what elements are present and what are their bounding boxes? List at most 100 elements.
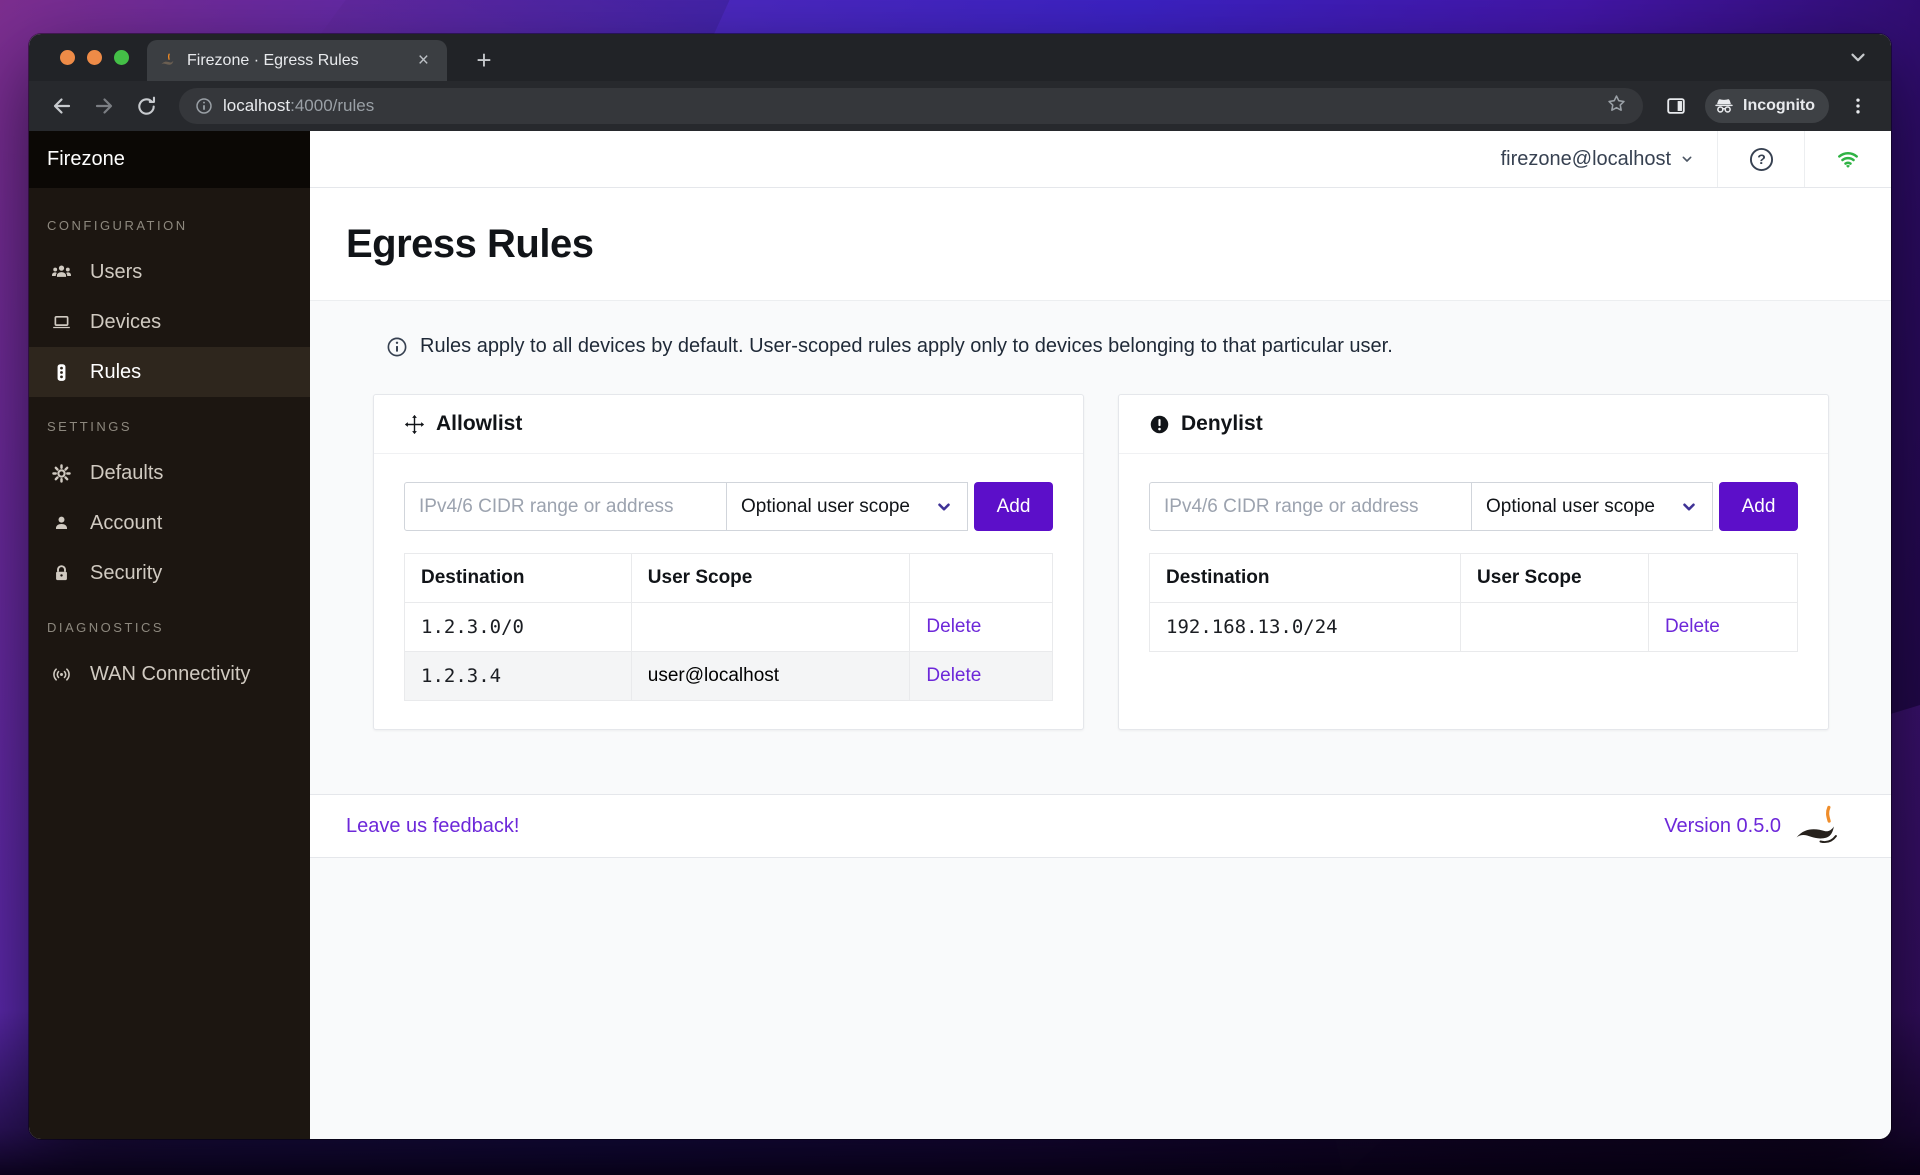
sidebar-item-label: Account [90,512,162,535]
sidebar-item-defaults[interactable]: Defaults [29,448,310,498]
column-header-user-scope: User Scope [1461,554,1649,603]
sidebar-item-users[interactable]: Users [29,247,310,297]
allowlist-title: Allowlist [436,412,522,436]
info-icon [386,336,408,358]
allowlist-add-button[interactable]: Add [974,482,1053,531]
sidebar-section-settings: SETTINGS [47,419,310,434]
sidebar-section-diagnostics: DIAGNOSTICS [47,620,310,635]
destination-cell: 192.168.13.0/24 [1150,603,1461,652]
window-controls [60,50,129,65]
browser-menu-icon[interactable] [1839,87,1877,125]
user-scope-value: Optional user scope [741,496,910,518]
denylist-cidr-input[interactable] [1149,482,1472,531]
address-bar[interactable]: localhost:4000/rules [179,88,1643,124]
browser-toolbar: localhost:4000/rules Incognito [29,81,1891,131]
wifi-icon [1834,145,1862,173]
denylist-user-scope-select[interactable]: Optional user scope [1472,482,1713,531]
sidebar-item-label: Devices [90,311,161,334]
bookmark-star-icon[interactable] [1606,93,1627,119]
signal-icon [51,664,72,685]
rule-cards: Allowlist Optional user scope Add [310,394,1891,730]
laptop-icon [51,312,72,333]
firezone-favicon-icon [159,52,177,70]
account-email: firezone@localhost [1501,148,1671,171]
user-scope-cell [1461,603,1649,652]
lock-icon [51,563,72,584]
site-info-icon[interactable] [195,97,213,115]
tab-strip: Firezone · Egress Rules × + [29,34,1891,81]
allowlist-header: Allowlist [374,395,1083,454]
sidebar-item-wan-connectivity[interactable]: WAN Connectivity [29,649,310,699]
sidebar: Firezone CONFIGURATION Users [29,131,310,1139]
denylist-header: Denylist [1119,395,1828,454]
sidebar-item-label: Users [90,261,142,284]
app-header: firezone@localhost ? [310,131,1891,188]
arrows-move-icon [404,414,425,435]
users-icon [51,262,72,283]
sidebar-item-label: Security [90,562,162,585]
traffic-light-icon [51,362,72,383]
url-text: localhost:4000/rules [223,96,374,116]
back-button[interactable] [43,87,81,125]
reload-button[interactable] [127,87,165,125]
window-zoom-button[interactable] [114,50,129,65]
allowlist-table: Destination User Scope 1.2.3.0/0 [404,553,1053,701]
browser-window: Firezone · Egress Rules × + localhost:40… [29,34,1891,1139]
firezone-logo [1793,803,1855,849]
column-header-destination: Destination [405,554,632,603]
denylist-add-button[interactable]: Add [1719,482,1798,531]
new-tab-button[interactable]: + [467,43,501,77]
version-link[interactable]: Version 0.5.0 [1664,815,1781,838]
denylist-title: Denylist [1181,412,1263,436]
sidebar-item-account[interactable]: Account [29,498,310,548]
user-scope-cell: user@localhost [631,652,910,701]
window-minimize-button[interactable] [87,50,102,65]
brand-logo[interactable]: Firezone [29,131,310,188]
sidebar-nav: CONFIGURATION Users [29,188,310,699]
allowlist-user-scope-select[interactable]: Optional user scope [727,482,968,531]
denylist-form: Optional user scope Add [1149,482,1798,531]
account-menu[interactable]: firezone@localhost [1479,131,1717,187]
denylist-table: Destination User Scope 192.168.13.0/24 [1149,553,1798,652]
column-header-actions [1648,554,1797,603]
incognito-label: Incognito [1743,97,1815,115]
allowlist-cidr-input[interactable] [404,482,727,531]
sidebar-section-configuration: CONFIGURATION [47,218,310,233]
side-panel-icon[interactable] [1657,87,1695,125]
gear-icon [51,463,72,484]
page-title: Egress Rules [346,222,593,267]
tab-title: Firezone · Egress Rules [187,52,402,70]
sidebar-item-rules[interactable]: Rules [29,347,310,397]
chevron-down-icon [1679,151,1695,167]
incognito-icon [1713,95,1735,117]
sidebar-item-label: Defaults [90,462,163,485]
sidebar-item-devices[interactable]: Devices [29,297,310,347]
column-header-user-scope: User Scope [631,554,910,603]
table-row: 1.2.3.0/0 Delete [405,603,1053,652]
person-icon [51,513,72,534]
delete-link[interactable]: Delete [926,616,981,637]
window-close-button[interactable] [60,50,75,65]
sidebar-item-label: Rules [90,361,141,384]
chevron-down-icon [1680,498,1698,516]
destination-cell: 1.2.3.0/0 [405,603,632,652]
tab-search-chevron-icon[interactable] [1847,46,1869,73]
circle-exclamation-icon [1149,414,1170,435]
browser-tab[interactable]: Firezone · Egress Rules × [147,40,447,81]
table-row: 192.168.13.0/24 Delete [1150,603,1798,652]
incognito-badge: Incognito [1705,89,1829,123]
delete-link[interactable]: Delete [1665,616,1720,637]
feedback-link[interactable]: Leave us feedback! [346,815,519,837]
sidebar-item-label: WAN Connectivity [90,663,250,686]
table-row: 1.2.3.4 user@localhost Delete [405,652,1053,701]
svg-text:?: ? [1757,151,1766,167]
info-text: Rules apply to all devices by default. U… [420,335,1393,358]
sidebar-item-security[interactable]: Security [29,548,310,598]
tab-close-icon[interactable]: × [412,49,435,72]
forward-button[interactable] [85,87,123,125]
allowlist-card: Allowlist Optional user scope Add [373,394,1084,730]
help-button[interactable]: ? [1718,131,1804,187]
desktop-wallpaper: Firezone · Egress Rules × + localhost:40… [0,0,1920,1175]
connectivity-indicator[interactable] [1805,131,1891,187]
delete-link[interactable]: Delete [926,665,981,686]
